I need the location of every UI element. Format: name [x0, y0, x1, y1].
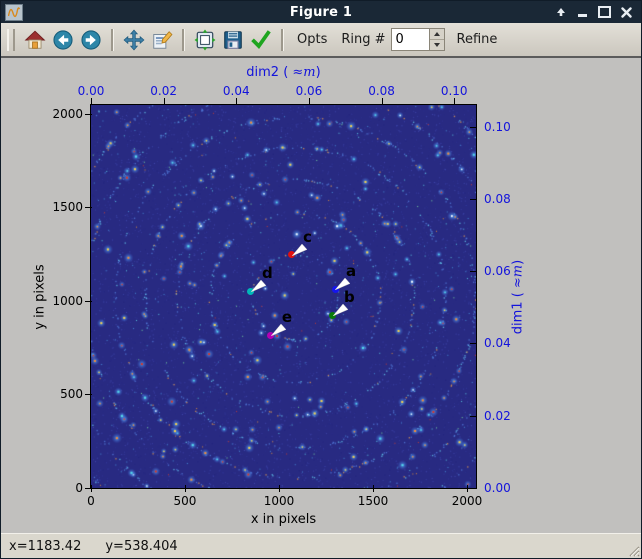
y-tick-label: 2000	[52, 106, 83, 121]
toolbar-separator	[111, 28, 114, 51]
close-button[interactable]	[620, 6, 633, 19]
configure-subplots-icon	[194, 29, 216, 50]
maximize-icon	[598, 6, 611, 18]
y-tick-label: 1000	[52, 293, 83, 308]
toolbar: Opts Ring # Refine	[1, 23, 641, 58]
save-icon	[224, 30, 242, 49]
apply-check-button[interactable]	[248, 27, 274, 53]
x-tick-label: 1000	[263, 494, 295, 508]
x-tick-label: 0	[87, 494, 95, 508]
y-tick-label: 500	[60, 387, 83, 402]
home-button[interactable]	[22, 27, 48, 53]
refine-button[interactable]: Refine	[457, 32, 498, 47]
window-title: Figure 1	[289, 4, 353, 20]
statusbar: x=1183.42 y=538.404	[1, 533, 641, 558]
control-point-label: b	[343, 288, 355, 306]
pan-icon	[123, 29, 145, 50]
toolbar-separator	[281, 28, 284, 51]
figure-canvas-area: abcde 0 500 1000 1500 2000 0 500 1000 1500 2000 0.…	[1, 58, 641, 533]
ring-number-spinbox	[390, 28, 445, 51]
control-point-label: d	[261, 264, 273, 283]
figure-window: Figure 1 Opts Ring # 0 Refine a b c d e …	[0, 0, 642, 559]
cursor-y-readout: y=538.404	[105, 538, 178, 554]
configure-subplots-button[interactable]	[192, 27, 218, 53]
rollup-button[interactable]	[554, 6, 567, 19]
close-icon	[621, 6, 632, 18]
y-tick-label: 0	[75, 481, 83, 495]
spin-up-button[interactable]	[429, 29, 444, 40]
resize-grip[interactable]	[626, 543, 640, 557]
y-axis-label: y in pixels	[32, 263, 48, 330]
control-point-label: c	[302, 227, 312, 246]
spin-down-icon	[433, 43, 440, 47]
cursor-x-readout: x=1183.42	[9, 538, 82, 554]
top-tick-label: 0.04	[222, 84, 250, 98]
y-tick-label: 1500	[52, 200, 83, 215]
right-tick-label: 0.04	[484, 336, 511, 351]
save-button[interactable]	[220, 27, 246, 53]
control-point-label: e	[281, 308, 293, 327]
diffraction-image-plot[interactable]: ab c d e	[90, 104, 477, 489]
back-icon	[53, 29, 73, 50]
control-point-label: a	[346, 262, 357, 281]
ring-number-input[interactable]	[391, 29, 429, 50]
matplotlib-wave-icon	[5, 3, 23, 21]
spin-up-icon	[433, 32, 440, 36]
minimize-icon	[578, 14, 587, 17]
right-axis-label: dim1 ( ≈m)	[510, 259, 526, 334]
titlebar[interactable]: Figure 1	[1, 1, 641, 23]
ring-number-label: Ring #	[341, 32, 386, 47]
spin-down-button[interactable]	[430, 40, 444, 50]
x-tick-label: 1500	[357, 494, 389, 508]
top-tick-label: 0.02	[150, 84, 177, 98]
maximize-button[interactable]	[598, 6, 611, 19]
x-axis-label: x in pixels	[250, 512, 317, 527]
right-tick-label: 0.00	[484, 481, 511, 495]
top-axis-label: dim2 ( ≈m)	[246, 65, 321, 80]
home-icon	[24, 30, 46, 49]
back-button[interactable]	[50, 27, 76, 53]
top-tick-label: 0.10	[440, 84, 468, 98]
right-tick-label: 0.06	[484, 264, 511, 279]
opts-button[interactable]: Opts	[297, 32, 327, 47]
toolbar-drag-handle[interactable]	[7, 28, 15, 51]
edit-icon	[153, 30, 173, 49]
right-tick-label: 0.02	[484, 408, 511, 423]
x-tick-label: 500	[173, 494, 197, 508]
right-tick-label: 0.10	[484, 119, 511, 134]
right-tick-label: 0.08	[484, 191, 511, 206]
forward-icon	[81, 29, 101, 50]
check-icon	[251, 29, 271, 49]
top-tick-label: 0.06	[295, 84, 323, 98]
top-tick-label: 0.08	[368, 84, 395, 98]
diffraction-image[interactable]	[91, 105, 476, 488]
minimize-button[interactable]	[576, 6, 589, 19]
top-tick-label: 0.00	[77, 84, 105, 98]
forward-button[interactable]	[78, 27, 104, 53]
edit-button[interactable]	[149, 27, 175, 53]
x-tick-label: 2000	[451, 494, 483, 508]
pan-button[interactable]	[121, 27, 147, 53]
toolbar-separator	[182, 28, 185, 51]
